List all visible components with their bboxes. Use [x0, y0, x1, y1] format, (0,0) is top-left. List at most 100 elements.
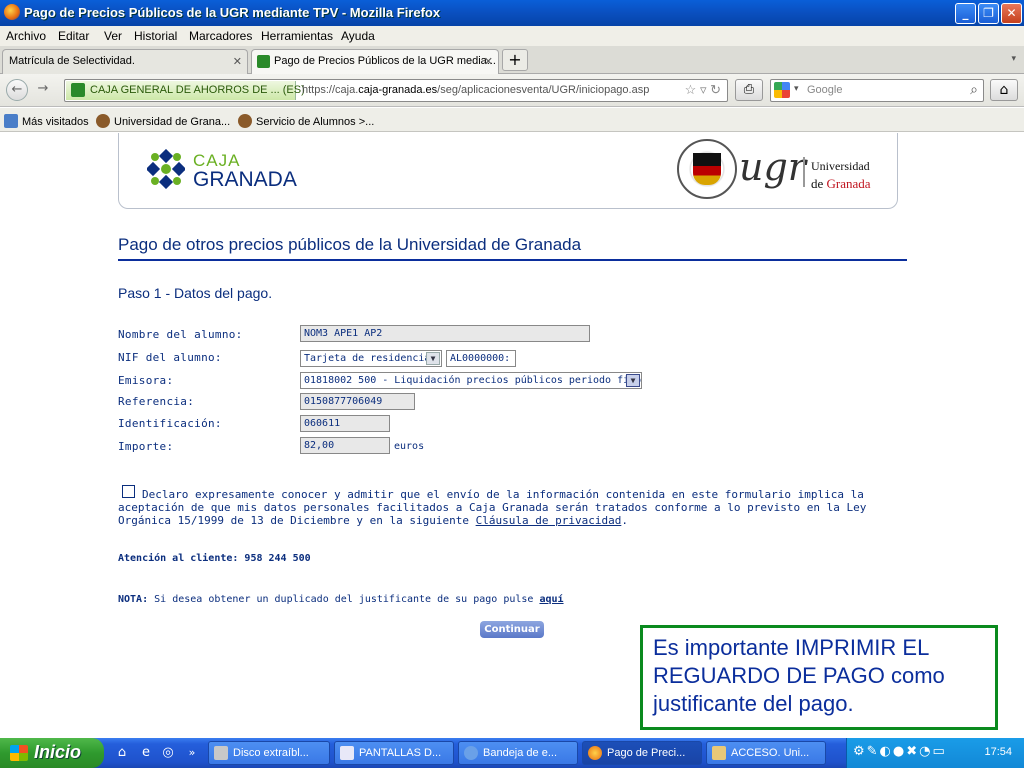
important-note-box: Es importante IMPRIMIR EL REGUARDO DE PA… [640, 625, 998, 730]
ugr-universidad-text: Universidad [811, 159, 870, 173]
back-button[interactable]: ← [6, 79, 28, 101]
taskbar: Inicio ⌂ e ◎ » Disco extraíbl... PANTALL… [0, 738, 1024, 768]
site-identity-button[interactable]: CAJA GENERAL DE AHORROS DE ... (ES) [66, 81, 305, 100]
task-disco[interactable]: Disco extraíbl... [208, 741, 330, 765]
identificacion-label: Identificación: [118, 417, 222, 430]
bookmark-star-icon[interactable]: ☆ [685, 82, 697, 97]
ugr-granada-text: de Granada [811, 176, 871, 191]
nota-text: NOTA: Si desea obtener un duplicado del … [118, 594, 564, 605]
privacy-clause-link[interactable]: Cláusula de privacidad [476, 514, 622, 527]
step-title: Paso 1 - Datos del pago. [118, 285, 273, 301]
reload-icon[interactable]: ↻ [710, 82, 721, 97]
ugr-favicon-icon [96, 114, 110, 128]
tray-icons[interactable]: ⚙✎◐●✖◔▭ [853, 744, 947, 759]
page-header: CAJA GRANADA ugr Universidad de Granada [118, 133, 898, 209]
nombre-field[interactable]: NOM3 APE1 AP2 [300, 325, 590, 342]
window-title: Pago de Precios Públicos de la UGR media… [24, 5, 441, 20]
search-icon[interactable]: ⌕ [970, 81, 978, 98]
nif-field[interactable]: AL0000000: [446, 350, 516, 367]
tab-list-icon[interactable]: ▾ [1011, 54, 1016, 64]
system-tray: ⚙✎◐●✖◔▭ 17:54 [846, 738, 1024, 768]
emisora-select[interactable]: 01818002 500 - Liquidación precios públi… [300, 372, 642, 389]
nombre-label: Nombre del alumno: [118, 328, 243, 341]
bookmarks-bar: Más visitados Universidad de Grana... Se… [0, 108, 1024, 132]
tab-label: Matrícula de Selectividad. [9, 55, 135, 67]
search-placeholder: Google [807, 84, 843, 96]
windows-logo-icon [10, 745, 28, 761]
importe-field[interactable]: 82,00 [300, 437, 390, 454]
home-button[interactable]: ⌂ [990, 79, 1018, 101]
start-button[interactable]: Inicio [0, 738, 104, 768]
caja-favicon-icon [257, 55, 270, 68]
ugr-favicon-icon [238, 114, 252, 128]
duplicate-receipt-link[interactable]: aquí [539, 594, 563, 605]
start-label: Inicio [34, 742, 82, 762]
ugr-wordmark: ugr [739, 145, 806, 189]
task-pantallas[interactable]: PANTALLAS D... [334, 741, 454, 765]
mail-icon [464, 746, 478, 760]
forward-button[interactable]: → [32, 79, 54, 101]
history-dropdown-icon[interactable]: ▿ [700, 82, 707, 97]
menu-editar[interactable]: Editar [58, 29, 89, 43]
menu-ayuda[interactable]: Ayuda [341, 29, 375, 43]
menu-marcadores[interactable]: Marcadores [189, 29, 252, 43]
home-icon: ⌂ [999, 82, 1009, 98]
firefox-icon [588, 746, 602, 760]
identity-label: CAJA GENERAL DE AHORROS DE ... (ES) [90, 84, 305, 96]
search-bar[interactable]: ▾ Google ⌕ [770, 79, 984, 102]
folder-icon [4, 114, 18, 128]
tab-matricula[interactable]: Matrícula de Selectividad. ✕ [2, 49, 248, 74]
menu-bar: Archivo Editar Ver Historial Marcadores … [0, 26, 1024, 46]
menu-archivo[interactable]: Archivo [6, 29, 46, 43]
task-pago[interactable]: Pago de Preci... [582, 741, 702, 765]
ugr-seal-icon [677, 139, 737, 199]
nif-type-select[interactable]: Tarjeta de residencia ▼ [300, 350, 442, 367]
tab-pago[interactable]: Pago de Precios Públicos de la UGR media… [251, 49, 499, 74]
clock[interactable]: 17:54 [984, 746, 1012, 758]
chevron-down-icon: ▼ [626, 374, 640, 387]
firefox-icon [4, 4, 20, 20]
bookmark-servicio-alumnos[interactable]: Servicio de Alumnos >... [238, 114, 374, 128]
page-title: Pago de otros precios públicos de la Uni… [118, 235, 907, 261]
emisora-label: Emisora: [118, 374, 174, 387]
caja-granada-emblem-icon [147, 149, 185, 189]
close-button[interactable]: ✕ [1001, 3, 1022, 24]
declaration-text: Declaro expresamente conocer y admitir q… [118, 488, 867, 527]
quicklaunch-desktop-icon[interactable]: ⌂ [114, 745, 130, 761]
caja-favicon-icon [71, 83, 85, 97]
ugr-logo: ugr Universidad de Granada [677, 139, 887, 199]
database-icon [712, 746, 726, 760]
granada-wordmark: GRANADA [193, 168, 297, 191]
url-text[interactable]: https://caja.caja-granada.es/seg/aplicac… [302, 84, 649, 96]
bookmark-mas-visitados[interactable]: Más visitados [4, 114, 89, 128]
drive-icon [214, 746, 228, 760]
engine-dropdown-icon[interactable]: ▾ [794, 83, 799, 94]
importe-label: Importe: [118, 440, 174, 453]
task-bandeja[interactable]: Bandeja de e... [458, 741, 578, 765]
google-icon[interactable] [774, 82, 790, 98]
restore-button[interactable]: ❐ [978, 3, 999, 24]
url-bar[interactable]: CAJA GENERAL DE AHORROS DE ... (ES) http… [64, 79, 728, 102]
identificacion-field[interactable]: 060611 [300, 415, 390, 432]
minimize-button[interactable]: _ [955, 3, 976, 24]
referencia-label: Referencia: [118, 395, 195, 408]
quicklaunch-ie-icon[interactable]: e [138, 745, 154, 761]
new-tab-button[interactable]: + [502, 49, 528, 71]
bookmark-universidad[interactable]: Universidad de Grana... [96, 114, 230, 128]
referencia-field[interactable]: 0150877706049 [300, 393, 415, 410]
quicklaunch-browser-icon[interactable]: ◎ [160, 745, 176, 761]
print-button[interactable]: ⎙ [735, 79, 763, 101]
tab-label: Pago de Precios Públicos de la UGR media… [274, 55, 496, 67]
menu-historial[interactable]: Historial [134, 29, 177, 43]
document-icon [340, 746, 354, 760]
continuar-button[interactable]: Continuar [480, 621, 544, 638]
task-acceso[interactable]: ACCESO. Uni... [706, 741, 826, 765]
nif-label: NIF del alumno: [118, 351, 222, 364]
window-title-bar[interactable]: Pago de Precios Públicos de la UGR media… [0, 0, 1024, 26]
menu-ver[interactable]: Ver [104, 29, 122, 43]
importe-unit: euros [394, 441, 425, 452]
menu-herramientas[interactable]: Herramientas [261, 29, 333, 43]
quicklaunch-more-icon[interactable]: » [184, 745, 200, 761]
tab-close-icon[interactable]: ✕ [484, 55, 493, 68]
tab-close-icon[interactable]: ✕ [233, 55, 242, 68]
